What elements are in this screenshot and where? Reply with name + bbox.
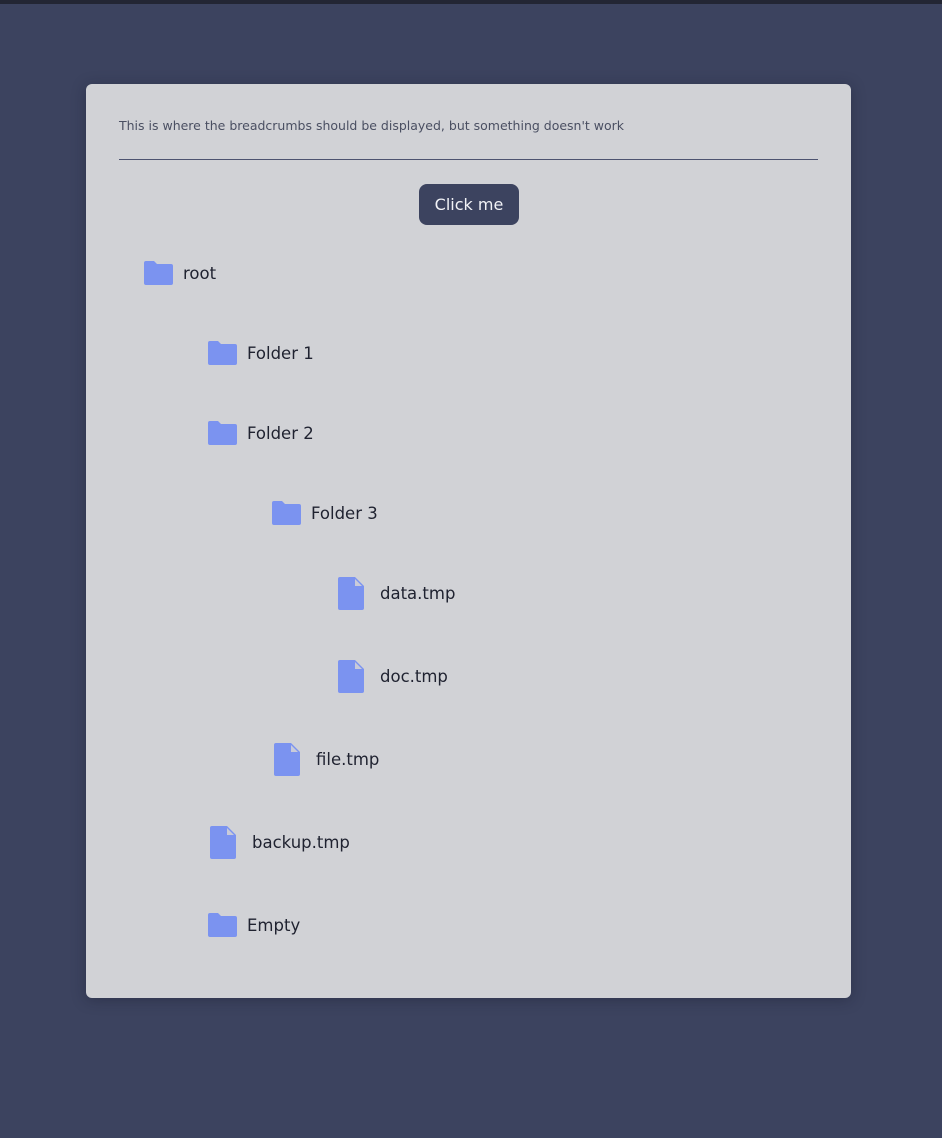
window-top-strip — [0, 0, 942, 4]
tree-node-label: backup.tmp — [252, 832, 350, 852]
tree-node-folder-2[interactable]: Folder 2 — [208, 415, 314, 451]
tree-node-backup-file[interactable]: backup.tmp — [210, 824, 350, 860]
tree-node-folder-3[interactable]: Folder 3 — [272, 495, 378, 531]
folder-icon — [272, 501, 301, 525]
tree-node-file-file[interactable]: file.tmp — [274, 741, 379, 777]
tree-node-data-file[interactable]: data.tmp — [338, 575, 455, 611]
breadcrumbs-text: This is where the breadcrumbs should be … — [119, 118, 625, 133]
tree-node-label: Folder 1 — [247, 343, 314, 363]
tree-node-label: data.tmp — [380, 583, 456, 603]
tree-node-label: Folder 2 — [247, 423, 314, 443]
file-icon — [338, 659, 364, 693]
click-me-button[interactable]: Click me — [419, 184, 519, 225]
tree-node-label: Folder 3 — [311, 503, 378, 523]
tree-node-empty[interactable]: Empty — [208, 907, 300, 943]
tree-card: This is where the breadcrumbs should be … — [86, 84, 851, 998]
folder-icon — [208, 913, 237, 937]
file-icon — [210, 825, 236, 859]
tree-node-label: file.tmp — [316, 749, 380, 769]
tree-node-label: doc.tmp — [380, 666, 448, 686]
tree-node-label: Empty — [247, 915, 301, 935]
tree-node-doc-file[interactable]: doc.tmp — [338, 658, 448, 694]
divider — [119, 159, 818, 160]
folder-icon — [208, 341, 237, 365]
file-icon — [274, 742, 300, 776]
file-icon — [338, 576, 364, 610]
tree-node-label: root — [183, 263, 217, 283]
folder-icon — [144, 261, 173, 285]
folder-icon — [208, 421, 237, 445]
tree-node-root[interactable]: root — [144, 255, 216, 291]
tree-node-folder-1[interactable]: Folder 1 — [208, 335, 314, 371]
